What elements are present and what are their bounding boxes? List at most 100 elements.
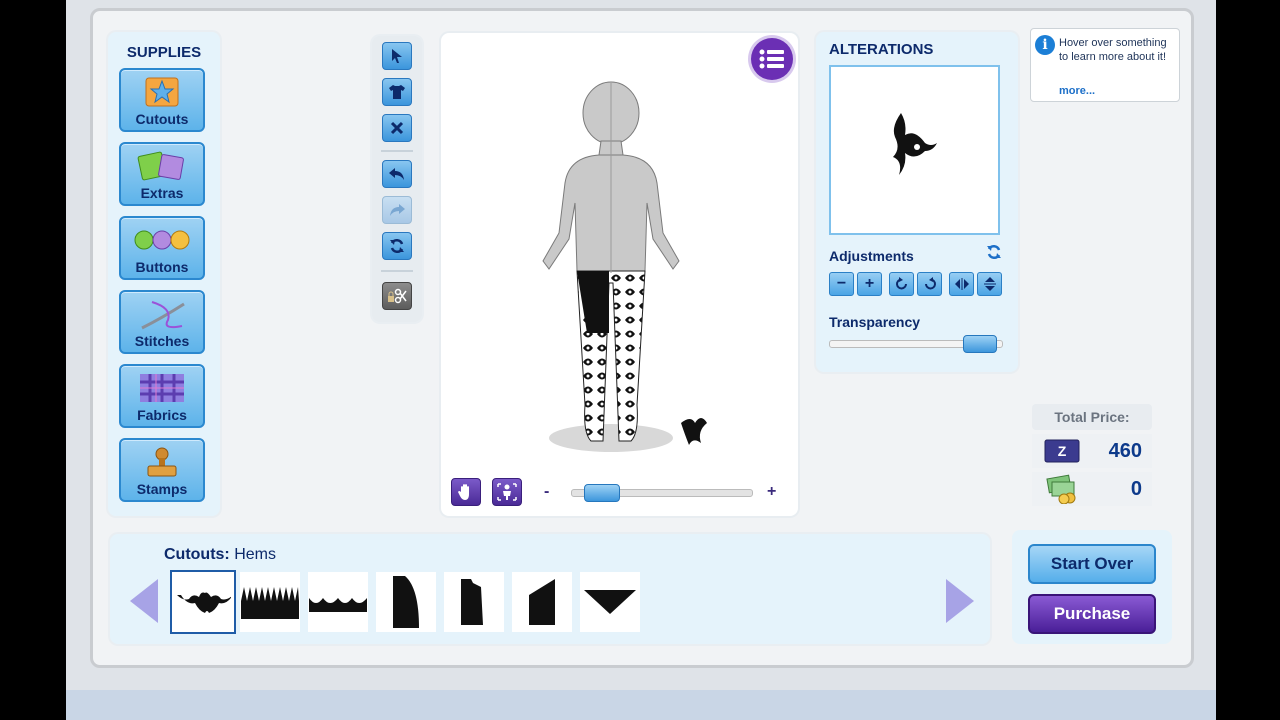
- supply-fabrics-button[interactable]: Fabrics: [119, 364, 205, 428]
- shirt-icon: [389, 85, 405, 99]
- cutout-item-v-hem[interactable]: [580, 572, 640, 632]
- alterations-panel: ALTERATIONS Adjustments − + Transparency: [816, 32, 1018, 372]
- undo-icon: [389, 168, 404, 180]
- zoom-in-label[interactable]: +: [767, 483, 776, 501]
- design-canvas[interactable]: - +: [441, 33, 798, 516]
- cutout-item-scalloped-hem[interactable]: [308, 572, 368, 632]
- supply-stitches-button[interactable]: Stitches: [119, 290, 205, 354]
- supply-label: Buttons: [135, 259, 189, 275]
- supply-label: Cutouts: [135, 111, 189, 127]
- more-link[interactable]: more...: [1059, 85, 1095, 97]
- scroll-left-arrow[interactable]: [130, 579, 158, 623]
- star-cutout-icon: [145, 77, 179, 107]
- supply-buttons-button[interactable]: Buttons: [119, 216, 205, 280]
- ornate-hem-preview: [893, 113, 937, 175]
- cutout-item-slanted-hem[interactable]: [512, 572, 572, 632]
- total-price-box: Total Price: Z 460 0: [1032, 404, 1152, 510]
- pointer-icon: [392, 49, 402, 63]
- cutouts-subcategory: Hems: [234, 546, 276, 563]
- enlarge-label: +: [864, 275, 875, 292]
- shrink-button[interactable]: −: [829, 272, 854, 296]
- pan-hand-button[interactable]: [451, 478, 481, 506]
- supply-label: Stamps: [136, 481, 188, 497]
- plaid-fabric-icon: [140, 374, 184, 402]
- figure-fit-icon: [497, 483, 517, 501]
- total-price-label: Total Price:: [1032, 404, 1152, 430]
- patches-icon: [137, 151, 184, 181]
- supply-label: Fabrics: [137, 407, 187, 423]
- ornate-hem-thumbnail: [177, 592, 231, 613]
- cutout-item-spiky-hem[interactable]: [240, 572, 300, 632]
- stamp-icon: [147, 447, 177, 477]
- alterations-title: ALTERATIONS: [829, 41, 934, 58]
- coins-row: 0: [1032, 472, 1152, 506]
- rotate-cw-icon: [924, 277, 936, 290]
- scroll-right-arrow[interactable]: [946, 579, 974, 623]
- svg-text:Z: Z: [1058, 443, 1067, 459]
- zbucks-amount: 460: [1108, 440, 1142, 462]
- undo-button[interactable]: [382, 160, 412, 188]
- curved-hem-thumbnail: [393, 576, 419, 628]
- transparency-slider[interactable]: [829, 335, 1003, 353]
- flip-horizontal-icon: [954, 278, 969, 290]
- enlarge-button[interactable]: +: [857, 272, 882, 296]
- adjustments-label: Adjustments: [829, 248, 914, 264]
- tool-divider: [381, 150, 413, 152]
- cash-coins-icon: [1046, 474, 1076, 504]
- tool-divider: [381, 270, 413, 272]
- hand-icon: [458, 484, 469, 500]
- rotate-right-button[interactable]: [917, 272, 942, 296]
- flip-vertical-button[interactable]: [977, 272, 1002, 296]
- zbucks-row: Z 460: [1032, 434, 1152, 468]
- needle-thread-icon: [141, 301, 185, 330]
- zoom-out-label[interactable]: -: [544, 483, 549, 501]
- supply-stamps-button[interactable]: Stamps: [119, 438, 205, 502]
- flip-vertical-icon: [983, 277, 996, 291]
- clothing-tool-button[interactable]: [382, 78, 412, 106]
- transparency-label: Transparency: [829, 314, 921, 330]
- start-over-button[interactable]: Start Over: [1028, 544, 1156, 584]
- rotate-ccw-icon: [895, 277, 907, 290]
- cutout-item-jagged-hem[interactable]: [444, 572, 504, 632]
- supply-cutouts-button[interactable]: Cutouts: [119, 68, 205, 132]
- cutout-item-curved-hem[interactable]: [376, 572, 436, 632]
- supplies-panel: SUPPLIES Cutouts Extras Buttons Stitches…: [108, 32, 220, 516]
- actions-panel: Start Over Purchase: [1012, 530, 1172, 644]
- v-hem-thumbnail: [584, 590, 636, 614]
- cutouts-category: Cutouts:: [164, 546, 230, 563]
- mannequin-figure: [542, 81, 707, 452]
- zoom-slider-knob[interactable]: [583, 484, 620, 502]
- zoom-slider[interactable]: [571, 484, 753, 502]
- cutouts-heading: Cutouts: Hems: [164, 546, 276, 564]
- locked-scissors-icon: [388, 288, 407, 304]
- fit-figure-button[interactable]: [492, 478, 522, 506]
- tools-panel: [372, 36, 422, 322]
- cutouts-strip: Cutouts: Hems: [110, 534, 990, 644]
- info-icon: i: [1035, 35, 1055, 55]
- reset-adjustments-icon[interactable]: [986, 244, 1002, 260]
- shrink-label: −: [836, 275, 847, 292]
- redo-button[interactable]: [382, 196, 412, 224]
- jagged-hem-thumbnail: [461, 579, 483, 625]
- rotate-left-button[interactable]: [889, 272, 914, 296]
- help-tooltip-box: i Hover over something to learn more abo…: [1030, 28, 1180, 102]
- reset-tool-button[interactable]: [382, 232, 412, 260]
- cutout-item-ornate-hem[interactable]: [170, 570, 236, 634]
- scissors-tool-button[interactable]: [382, 282, 412, 310]
- refresh-icon: [390, 238, 404, 254]
- flip-horizontal-button[interactable]: [949, 272, 974, 296]
- delete-tool-button[interactable]: [382, 114, 412, 142]
- coins-amount: 0: [1130, 478, 1142, 500]
- select-tool-button[interactable]: [382, 42, 412, 70]
- redo-icon: [390, 204, 405, 216]
- supplies-title: SUPPLIES: [126, 44, 202, 61]
- transparency-slider-knob[interactable]: [963, 335, 997, 353]
- purchase-button[interactable]: Purchase: [1028, 594, 1156, 634]
- zbucks-icon: Z: [1044, 439, 1080, 463]
- supply-extras-button[interactable]: Extras: [119, 142, 205, 206]
- remove-icon: [390, 121, 404, 135]
- scalloped-hem-thumbnail: [309, 598, 367, 612]
- alteration-preview: [829, 65, 1000, 235]
- slanted-hem-thumbnail: [529, 579, 555, 625]
- supply-label: Stitches: [134, 333, 190, 349]
